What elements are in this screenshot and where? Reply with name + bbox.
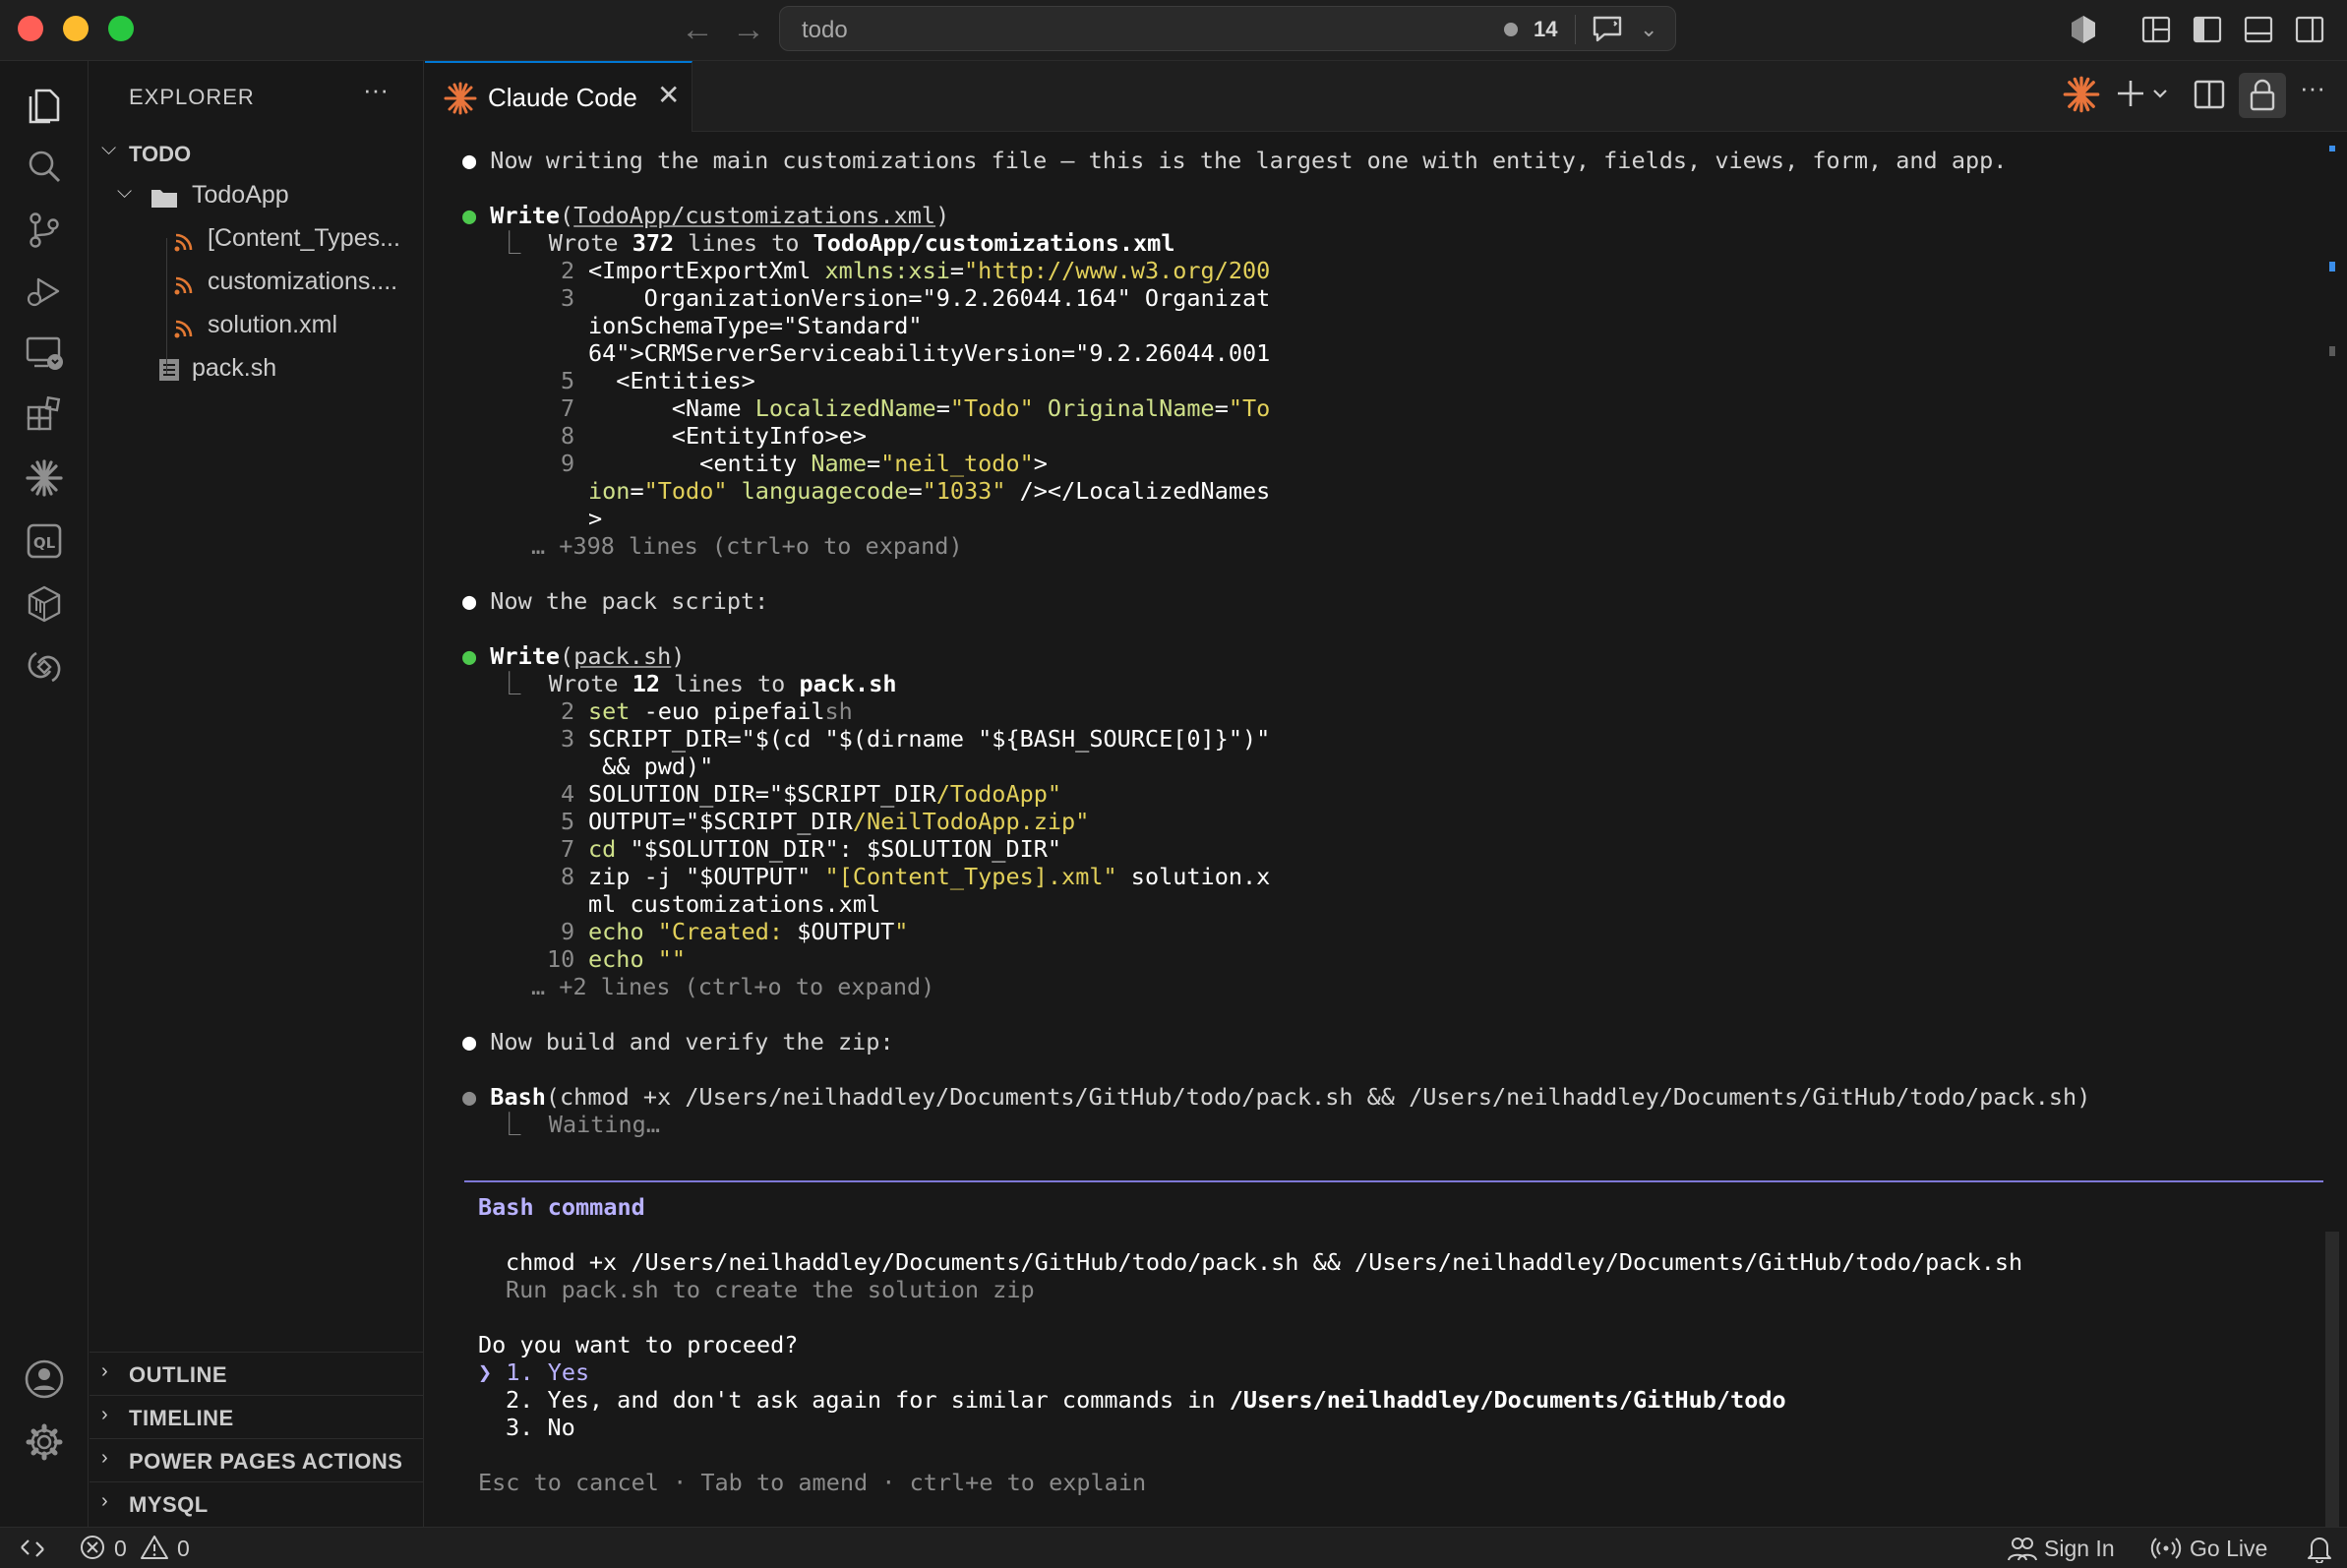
package-icon[interactable] bbox=[21, 580, 68, 628]
chat-icon[interactable] bbox=[1591, 15, 1624, 49]
toggle-primary-sidebar-icon[interactable] bbox=[2190, 12, 2225, 47]
tree-folder-label: TodoApp bbox=[192, 181, 289, 209]
chevron-right-icon: › bbox=[101, 1447, 108, 1469]
claude-icon[interactable] bbox=[21, 454, 68, 502]
tree-root-todo[interactable]: ⌵ TODO bbox=[90, 132, 424, 175]
sidebar-title: EXPLORER bbox=[129, 85, 255, 109]
section-label: OUTLINE bbox=[129, 1362, 228, 1387]
close-icon[interactable]: ✕ bbox=[657, 79, 680, 111]
tree-file-label: [Content_Types... bbox=[208, 224, 400, 252]
extensions-icon[interactable] bbox=[21, 392, 68, 439]
tree-file-label: solution.xml bbox=[208, 311, 337, 338]
run-debug-icon[interactable] bbox=[21, 268, 68, 315]
tree-root-label: TODO bbox=[129, 142, 192, 166]
chevron-down-icon: ⌵ bbox=[117, 181, 133, 203]
chevron-right-icon: › bbox=[101, 1404, 108, 1425]
tab-bar: Claude Code ✕ ··· bbox=[425, 61, 2347, 132]
svg-text:QL: QL bbox=[33, 534, 56, 552]
remote-explorer-icon[interactable] bbox=[21, 329, 68, 376]
rss-file-icon bbox=[174, 230, 194, 252]
section-power-pages-actions[interactable]: › POWER PAGES ACTIONS bbox=[90, 1438, 424, 1481]
claude-star-icon bbox=[443, 81, 478, 121]
divider bbox=[1575, 15, 1576, 44]
copilot-icon[interactable] bbox=[2066, 12, 2101, 47]
section-label: MYSQL bbox=[129, 1492, 209, 1517]
gear-icon[interactable] bbox=[21, 1418, 68, 1466]
chevron-right-icon: › bbox=[101, 1360, 108, 1382]
section-outline[interactable]: › OUTLINE bbox=[90, 1352, 424, 1395]
option-yes-dont-ask[interactable]: 2. Yes, and don't ask again for similar … bbox=[506, 1386, 1786, 1414]
warning-icon[interactable] bbox=[140, 1534, 169, 1567]
status-bar: 0 0 Sign In Go Live bbox=[0, 1527, 2347, 1568]
more-actions-icon[interactable]: ··· bbox=[2300, 73, 2325, 116]
split-editor-icon[interactable] bbox=[2192, 75, 2227, 118]
scrollbar-thumb[interactable] bbox=[2325, 1232, 2339, 1527]
go-live-button[interactable]: Go Live bbox=[2190, 1536, 2267, 1562]
claude-star-icon[interactable] bbox=[2062, 75, 2101, 118]
chevron-down-icon: ⌵ bbox=[101, 138, 117, 159]
lock-icon[interactable] bbox=[2239, 73, 2286, 118]
explorer-icon[interactable] bbox=[21, 83, 68, 130]
option-no[interactable]: 3. No bbox=[506, 1414, 575, 1441]
chevron-down-icon[interactable]: ⌄ bbox=[1640, 17, 1657, 42]
section-timeline[interactable]: › TIMELINE bbox=[90, 1395, 424, 1438]
title-bar: ← → todo 14 ⌄ bbox=[0, 0, 2347, 61]
tree-file-label: pack.sh bbox=[192, 354, 277, 382]
warning-count[interactable]: 0 bbox=[177, 1536, 190, 1562]
activity-bar: QL bbox=[0, 61, 89, 1527]
power-platform-icon[interactable] bbox=[21, 643, 68, 691]
toggle-panel-icon[interactable] bbox=[2241, 12, 2276, 47]
scrollbar-marker bbox=[2329, 262, 2335, 271]
sign-in-button[interactable]: Sign In bbox=[2044, 1536, 2115, 1562]
folder-icon bbox=[150, 187, 178, 215]
tree-file-label: customizations.... bbox=[208, 268, 398, 295]
scrollbar-marker bbox=[2329, 346, 2335, 356]
maximize-window-button[interactable] bbox=[108, 16, 134, 41]
command-center-text: todo bbox=[802, 17, 848, 43]
tree-indent-guide bbox=[166, 238, 167, 374]
section-label: POWER PAGES ACTIONS bbox=[129, 1449, 403, 1474]
source-control-icon[interactable] bbox=[21, 207, 68, 254]
file-lines-icon bbox=[158, 358, 180, 389]
command-center[interactable]: todo 14 ⌄ bbox=[779, 6, 1676, 51]
notification-count: 14 bbox=[1534, 17, 1558, 41]
minimize-window-button[interactable] bbox=[63, 16, 89, 41]
new-terminal-icon[interactable] bbox=[2115, 75, 2174, 118]
rss-file-icon bbox=[174, 317, 194, 338]
tree-file-pack-sh[interactable]: pack.sh bbox=[90, 348, 424, 392]
notification-dot-icon bbox=[1504, 23, 1518, 36]
back-arrow-icon[interactable]: ← bbox=[681, 10, 714, 49]
search-icon[interactable] bbox=[21, 144, 68, 191]
tree-file-content-types[interactable]: [Content_Types... bbox=[90, 218, 424, 262]
option-yes[interactable]: ❯ 1. Yes bbox=[478, 1358, 589, 1386]
rss-file-icon bbox=[174, 273, 194, 295]
scrollbar-marker bbox=[2329, 146, 2335, 151]
toggle-secondary-sidebar-icon[interactable] bbox=[2292, 12, 2327, 47]
section-mysql[interactable]: › MYSQL bbox=[90, 1481, 424, 1525]
bell-icon[interactable] bbox=[2306, 1534, 2333, 1568]
remote-indicator-icon[interactable] bbox=[18, 1534, 47, 1568]
more-actions-icon[interactable]: ··· bbox=[363, 75, 389, 105]
forward-arrow-icon[interactable]: → bbox=[732, 10, 765, 49]
accounts-icon[interactable] bbox=[21, 1356, 68, 1403]
tree-folder-todoapp[interactable]: ⌵ TodoApp bbox=[90, 175, 424, 218]
broadcast-icon[interactable] bbox=[2150, 1534, 2182, 1568]
close-window-button[interactable] bbox=[18, 16, 43, 41]
error-count[interactable]: 0 bbox=[114, 1536, 127, 1562]
tree-file-solution[interactable]: solution.xml bbox=[90, 305, 424, 348]
editor-area: Claude Code ✕ ··· bbox=[425, 61, 2347, 1527]
customize-layout-icon[interactable] bbox=[2138, 12, 2174, 47]
tab-label: Claude Code bbox=[488, 83, 637, 112]
ql-icon[interactable]: QL bbox=[21, 517, 68, 565]
explorer-sidebar: EXPLORER ··· ⌵ TODO ⌵ TodoApp [Content_T… bbox=[90, 61, 424, 1527]
error-icon[interactable] bbox=[79, 1534, 106, 1567]
section-label: TIMELINE bbox=[129, 1406, 234, 1430]
tree-file-customizations[interactable]: customizations.... bbox=[90, 262, 424, 305]
accounts-icon[interactable] bbox=[2007, 1534, 2038, 1568]
tab-claude-code[interactable]: Claude Code ✕ bbox=[425, 61, 692, 132]
chevron-right-icon: › bbox=[101, 1490, 108, 1512]
